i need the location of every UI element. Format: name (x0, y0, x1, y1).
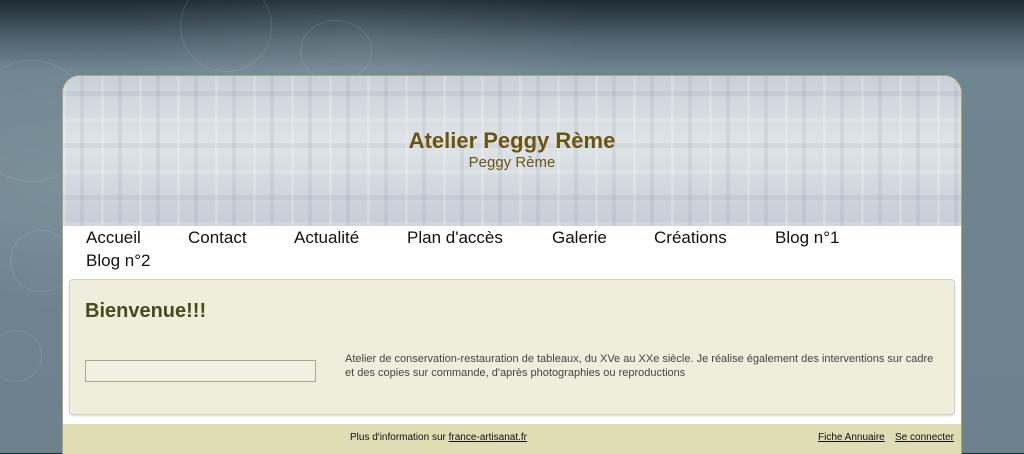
france-artisanat-link[interactable]: france-artisanat.fr (449, 432, 527, 443)
site-footer: Plus d'information sur france-artisanat.… (63, 424, 961, 454)
nav-item-actualite[interactable]: Actualité (294, 228, 359, 248)
site-header-banner: Atelier Peggy Rème Peggy Rème (63, 76, 961, 226)
background-ornament (180, 0, 272, 72)
se-connecter-link[interactable]: Se connecter (895, 432, 954, 443)
nav-item-accueil[interactable]: Accueil (86, 228, 141, 248)
page-description: Atelier de conservation-restauration de … (345, 353, 934, 379)
background-ornament (0, 330, 42, 382)
fiche-annuaire-link[interactable]: Fiche Annuaire (818, 432, 885, 443)
image-placeholder (85, 360, 316, 382)
site-title: Atelier Peggy Rème (408, 128, 616, 153)
page-heading: Bienvenue!!! (85, 300, 207, 322)
nav-item-blog-1[interactable]: Blog n°1 (775, 228, 839, 248)
background-ornament (300, 20, 372, 82)
main-navigation: Accueil Contact Actualité Plan d'accès G… (63, 226, 961, 278)
nav-item-creations[interactable]: Créations (654, 228, 727, 248)
footer-info: Plus d'information sur france-artisanat.… (350, 432, 527, 443)
content-panel: Bienvenue!!! Atelier de conservation-res… (69, 279, 955, 415)
nav-item-contact[interactable]: Contact (188, 228, 247, 248)
site-subtitle: Peggy Rème (468, 154, 556, 171)
nav-item-galerie[interactable]: Galerie (552, 228, 607, 248)
nav-item-plan-acces[interactable]: Plan d'accès (407, 228, 503, 248)
footer-info-text: Plus d'information sur (350, 432, 446, 443)
nav-item-blog-2[interactable]: Blog n°2 (86, 251, 150, 271)
site-container: Atelier Peggy Rème Peggy Rème Accueil Co… (62, 75, 962, 454)
